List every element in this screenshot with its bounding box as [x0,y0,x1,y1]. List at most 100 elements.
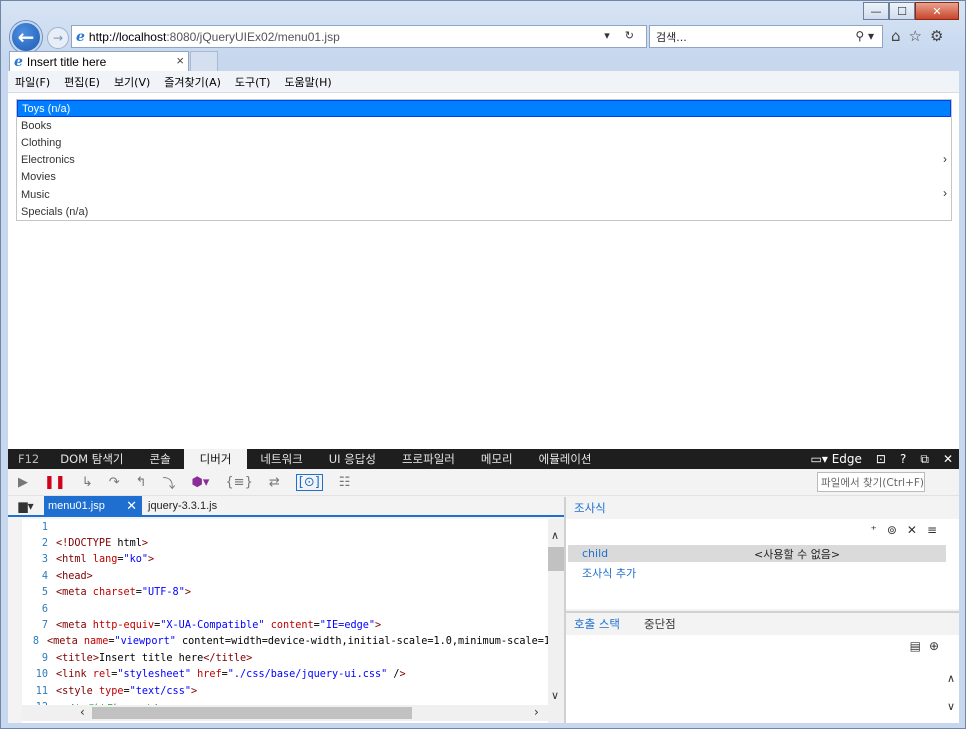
tab-console[interactable]: 콘솔 [136,449,183,469]
back-button[interactable]: ← [10,21,42,53]
doc-tab-menu01[interactable]: menu01.jsp ✕ [44,496,142,516]
find-in-files-input[interactable]: 파일에서 찾기(Ctrl+F) [817,472,925,492]
step-into-icon[interactable]: ↳ [82,475,93,490]
help-icon[interactable]: ? [900,452,906,466]
line-number[interactable]: 4 [22,571,56,582]
code-line[interactable]: 4 <head> [22,568,550,584]
maximize-button[interactable]: ☐ [889,2,915,20]
menu-favorites[interactable]: 즐겨찾기(A) [164,74,221,90]
tab-profiler[interactable]: 프로파일러 [389,449,468,469]
dropdown-refresh-icons[interactable]: ▾ ↻ [604,29,640,42]
just-my-code-icon[interactable]: [⊙] [295,473,323,491]
tab-debugger[interactable]: 디버거 [183,449,248,469]
callstack-scrollbar[interactable]: ∧ ∨ [943,665,959,725]
line-number[interactable]: 2 [22,538,56,549]
code-line[interactable]: 1 [22,519,550,535]
forward-button[interactable]: → [47,27,69,49]
menu-help[interactable]: 도움말(H) [284,74,331,90]
tab-emulation[interactable]: 에뮬레이션 [526,449,605,469]
tab-callstack[interactable]: 호출 스택 [574,616,620,632]
gear-icon[interactable]: ⚙ [930,27,943,45]
menu-item[interactable]: Music › [17,186,951,203]
code-line[interactable]: 7 <meta http-equiv="X-UA-Compatible" cont… [22,617,550,633]
scroll-left-icon[interactable]: ‹ [80,705,85,719]
minimize-button[interactable]: — [863,2,889,20]
menu-item[interactable]: Electronics › [17,152,951,169]
exception-behavior-icon[interactable]: ⬢▾ [192,475,210,490]
continue-icon[interactable]: ▶ [18,475,28,490]
step-over-icon[interactable]: ↷ [109,475,120,490]
source-code-view[interactable]: 1 2 <!DOCTYPE html> 3 <html lang="ko"> 4 <head… [22,519,550,723]
pretty-print-icon[interactable]: {≡} [225,475,252,490]
line-number[interactable]: 9 [22,653,56,664]
new-tab-button[interactable] [190,51,218,71]
jump-icon[interactable]: ⊕ [929,639,947,653]
devtools-close-icon[interactable]: ✕ [943,452,953,466]
tab-close-icon[interactable]: × [176,53,184,68]
menu-view[interactable]: 보기(V) [114,74,150,90]
tab-breakpoints[interactable]: 중단점 [644,616,676,632]
code-line[interactable]: 3 <html lang="ko"> [22,552,550,568]
scroll-down-icon[interactable]: ∨ [551,689,559,702]
menu-item[interactable]: Movies [17,169,951,186]
console-toggle-icon[interactable]: ⊡ [876,452,886,466]
line-number[interactable]: 7 [22,620,56,631]
scroll-thumb[interactable] [548,547,564,571]
code-line[interactable]: 6 [22,601,550,617]
undock-icon[interactable]: ⧉ [920,452,929,467]
h-scroll-thumb[interactable] [92,707,412,719]
menu-file[interactable]: 파일(F) [15,74,50,90]
folder-icon[interactable]: ▆▾ [8,496,44,516]
add-watch-icon[interactable]: ⁺⊚ [871,523,907,537]
line-number[interactable]: 10 [22,669,56,680]
watches-title[interactable]: 조사식 [574,500,606,516]
break-on-new-worker-icon[interactable]: ⤵ [163,473,176,492]
search-input[interactable]: 검색... ⚲ ▾ [649,25,883,48]
callstack-scroll-up-icon[interactable]: ∧ [943,665,959,693]
watch-row[interactable]: child <사용할 수 없음> [568,545,946,562]
menu-item[interactable]: Toys (n/a) [17,100,951,118]
document-mode-dropdown[interactable]: ▭▾ Edge [811,452,862,466]
code-horizontal-scrollbar[interactable]: ‹ › [22,705,550,721]
tab-network[interactable]: 네트워크 [247,449,315,469]
home-icon[interactable]: ⌂ [891,27,901,45]
menu-edit[interactable]: 편집(E) [64,74,100,90]
close-button[interactable]: ✕ [915,2,959,20]
pause-icon[interactable]: ❚❚ [44,475,66,490]
favorites-star-icon[interactable]: ☆ [909,27,922,45]
code-line[interactable]: 9 <title>Insert title here</title> [22,650,550,666]
code-line[interactable]: 8 <meta name="viewport" content=width=dev… [22,634,550,650]
menu-tools[interactable]: 도구(T) [235,74,271,90]
line-number[interactable]: 8 [22,636,47,647]
line-number[interactable]: 1 [22,522,56,533]
show-frames-icon[interactable]: ▤ [910,639,929,653]
code-line[interactable]: 2 <!DOCTYPE html> [22,535,550,551]
menu-item[interactable]: Specials (n/a) [17,203,951,220]
search-icon[interactable]: ⚲ ▾ [855,29,874,43]
callstack-scroll-down-icon[interactable]: ∨ [943,693,959,721]
line-number[interactable]: 5 [22,587,56,598]
delete-all-watches-icon[interactable]: ✕≡ [907,523,947,537]
code-line[interactable]: 5 <meta charset="UTF-8"> [22,585,550,601]
tab-current[interactable]: e Insert title here × [9,51,189,71]
code-line[interactable]: 11 <style type="text/css"> [22,683,550,699]
line-number[interactable]: 3 [22,554,56,565]
scroll-right-icon[interactable]: › [534,705,539,719]
doc-tab-close-icon[interactable]: ✕ [126,498,137,514]
scroll-up-icon[interactable]: ∧ [551,529,559,542]
tab-dom-explorer[interactable]: DOM 탐색기 [47,449,136,469]
line-number[interactable]: 6 [22,604,56,615]
menu-item[interactable]: Clothing [17,134,951,151]
add-watch-link[interactable]: 조사식 추가 [582,565,636,581]
address-bar[interactable]: e http://localhost :8080/jQueryUIEx02/me… [71,25,647,48]
breakpoint-gutter[interactable] [8,519,22,723]
menu-item[interactable]: Books [17,117,951,134]
line-number[interactable]: 11 [22,686,56,697]
tab-ui-responsiveness[interactable]: UI 응답성 [316,449,389,469]
breakpoints-toggle-icon[interactable]: ☷ [339,475,351,490]
code-vertical-scrollbar[interactable]: ∧ ∨ [548,519,564,723]
step-out-icon[interactable]: ↰ [136,475,147,490]
tab-memory[interactable]: 메모리 [468,449,526,469]
word-wrap-icon[interactable]: ⇄ [269,475,280,490]
code-line[interactable]: 10 <link rel="stylesheet" href="./css/bas… [22,667,550,683]
